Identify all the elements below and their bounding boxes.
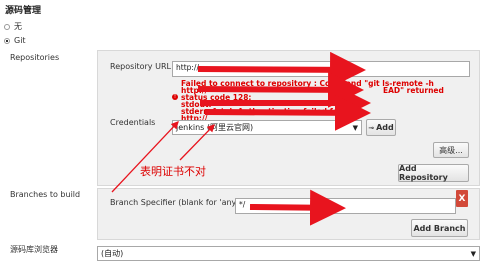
key-icon: ⊸: [368, 123, 375, 132]
branches-label: Branches to build: [10, 190, 81, 199]
branch-specifier-input[interactable]: */: [235, 198, 456, 214]
scm-section-title: 源码管理: [5, 6, 42, 16]
repository-error-message: Failed to connect to repository : Comman…: [181, 80, 471, 123]
credentials-value: jenkins (阿里云官网): [176, 123, 254, 132]
repositories-label: Repositories: [10, 53, 60, 62]
repository-url-input[interactable]: http://: [172, 61, 470, 77]
annotation-text: 表明证书不对: [140, 165, 206, 178]
radio-none[interactable]: [4, 23, 10, 30]
scm-option-git-label: Git: [14, 36, 26, 45]
scm-option-none[interactable]: 无: [4, 21, 22, 32]
chevron-down-icon: ▼: [470, 249, 476, 258]
radio-git[interactable]: [4, 37, 10, 44]
credentials-label: Credentials: [110, 118, 156, 127]
scm-option-git[interactable]: Git: [4, 36, 26, 45]
branch-specifier-label: Branch Specifier (blank for 'any'): [110, 198, 242, 207]
error-line: stderr: fatal: Authentication failed for: [181, 107, 342, 116]
error-returned-fragment: EAD" returned: [383, 86, 444, 95]
repository-browser-label: 源码库浏览器: [10, 245, 58, 254]
repository-browser-select[interactable]: (自动) ▼: [97, 246, 480, 261]
add-repository-button[interactable]: Add Repository: [398, 164, 469, 182]
advanced-button[interactable]: 高级...: [433, 142, 469, 158]
chevron-down-icon: ▼: [352, 123, 358, 132]
error-icon: !: [172, 94, 178, 100]
add-branch-button[interactable]: Add Branch: [411, 219, 468, 237]
scm-option-none-label: 无: [14, 22, 22, 31]
add-credentials-button[interactable]: ⊸ Add: [366, 119, 396, 136]
repository-url-label: Repository URL: [110, 62, 171, 71]
error-line: status code 128:: [181, 93, 252, 102]
delete-branch-button[interactable]: X: [456, 190, 468, 207]
credentials-select[interactable]: jenkins (阿里云官网) ▼: [172, 120, 362, 135]
add-credentials-label: Add: [376, 123, 394, 132]
repository-browser-value: (自动): [101, 249, 124, 258]
